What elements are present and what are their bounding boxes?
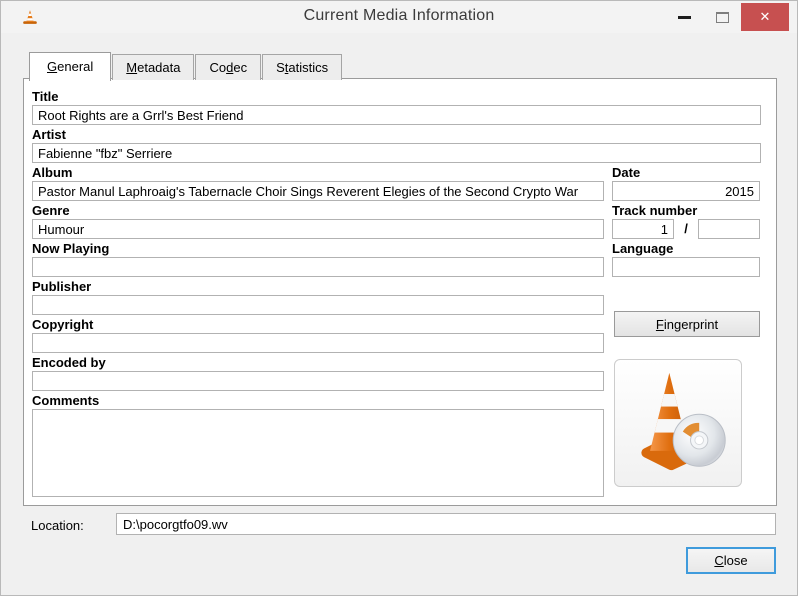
media-info-dialog: Current Media Information ✕ General Meta… <box>0 0 798 596</box>
fingerprint-button[interactable]: Fingerprint <box>614 311 760 337</box>
language-input[interactable] <box>612 257 760 277</box>
minimize-button[interactable] <box>665 3 703 31</box>
titlebar: Current Media Information ✕ <box>1 1 797 33</box>
encoded-by-label: Encoded by <box>32 355 106 370</box>
genre-label: Genre <box>32 203 70 218</box>
minimize-icon <box>677 15 691 19</box>
publisher-label: Publisher <box>32 279 92 294</box>
copyright-label: Copyright <box>32 317 94 332</box>
album-label: Album <box>32 165 73 180</box>
close-dialog-button[interactable]: Close <box>686 547 776 574</box>
now-playing-input[interactable] <box>32 257 604 277</box>
language-label: Language <box>612 241 674 256</box>
vlc-cone-artwork <box>625 368 731 479</box>
tab-general[interactable]: General <box>29 52 112 81</box>
date-input[interactable] <box>612 181 760 201</box>
location-label: Location: <box>31 518 84 533</box>
copyright-input[interactable] <box>32 333 604 353</box>
comments-label: Comments <box>32 393 100 408</box>
track-number-input[interactable] <box>612 219 674 239</box>
maximize-icon <box>715 11 729 23</box>
comments-textarea[interactable] <box>32 409 604 497</box>
artist-label: Artist <box>32 127 66 142</box>
artist-input[interactable] <box>32 143 761 163</box>
close-window-button[interactable]: ✕ <box>741 3 789 31</box>
artwork-box <box>614 359 742 487</box>
title-input[interactable] <box>32 105 761 125</box>
title-label: Title <box>32 89 59 104</box>
tab-codec[interactable]: Codec <box>195 54 262 80</box>
window-controls: ✕ <box>665 3 789 31</box>
tab-metadata[interactable]: Metadata <box>112 54 195 80</box>
genre-input[interactable] <box>32 219 604 239</box>
publisher-input[interactable] <box>32 295 604 315</box>
track-number-label: Track number <box>612 203 698 218</box>
track-total-input[interactable] <box>698 219 760 239</box>
general-tab-panel: Title Artist Album Date Genre Track numb… <box>23 78 777 506</box>
tab-statistics[interactable]: Statistics <box>262 54 343 80</box>
date-label: Date <box>612 165 641 180</box>
encoded-by-input[interactable] <box>32 371 604 391</box>
album-input[interactable] <box>32 181 604 201</box>
location-input[interactable] <box>116 513 776 535</box>
tab-bar: General Metadata Codec Statistics <box>29 52 343 81</box>
close-icon: ✕ <box>759 9 771 24</box>
track-separator: / <box>684 221 688 236</box>
now-playing-label: Now Playing <box>32 241 110 256</box>
maximize-button[interactable] <box>703 3 741 31</box>
